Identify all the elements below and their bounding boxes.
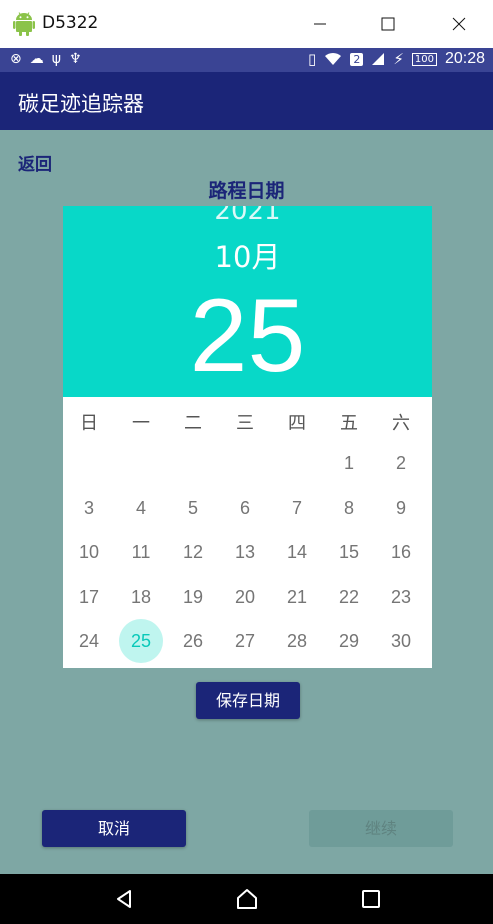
minimize-icon [314,23,326,25]
calendar-day[interactable]: 5 [171,486,215,530]
calendar-day[interactable]: 3 [67,486,111,530]
crosshair-icon: ⊗ [10,51,22,67]
status-bar: ⊗ ☁ ψ ♆ ▯ 2 ⚡ 100 20:28 [0,48,493,72]
weekday-label: 六 [392,413,410,434]
app-bar: 碳足迹追踪器 [0,72,493,130]
calendar-day[interactable]: 11 [119,530,163,574]
cloud-icon: ☁ [29,51,44,67]
wifi-icon [325,52,342,65]
weekday-label: 四 [288,413,306,434]
picker-day: 25 [189,278,306,394]
charging-icon: ⚡ [393,50,404,68]
calendar-day[interactable]: 6 [223,486,267,530]
weekday-label: 三 [236,413,254,434]
calendar-day[interactable]: 17 [67,575,111,619]
close-button[interactable] [431,0,487,48]
weekday-label: 二 [184,413,202,434]
calendar-day[interactable]: 23 [379,575,423,619]
android-icon [13,12,35,36]
calendar-day[interactable]: 13 [223,530,267,574]
battery-indicator: 100 [411,52,437,66]
back-link[interactable]: 返回 [18,150,52,175]
calendar-day[interactable]: 18 [119,575,163,619]
calendar-day[interactable]: 7 [275,486,319,530]
nav-recents-icon[interactable] [359,887,383,911]
calendar-day[interactable]: 29 [327,619,371,663]
weekday-label: 五 [340,413,358,434]
calendar-day[interactable]: 15 [327,530,371,574]
save-date-button[interactable]: 保存日期 [196,682,300,719]
calendar-day[interactable]: 2 [379,441,423,485]
app-title: 碳足迹追踪器 [18,92,144,116]
calendar-day[interactable]: 16 [379,530,423,574]
calendar-day[interactable]: 30 [379,619,423,663]
calendar-day[interactable]: 27 [223,619,267,663]
calendar-day[interactable]: 12 [171,530,215,574]
calendar-day[interactable]: 20 [223,575,267,619]
maximize-icon [381,17,395,31]
picker-month: 10月 [214,240,281,274]
signal-icon [372,53,385,65]
window-titlebar: D5322 [0,0,493,48]
calendar-day[interactable]: 24 [67,619,111,663]
page-heading: 路程日期 [208,180,285,202]
close-icon [452,17,466,31]
navigation-bar [0,874,493,924]
picker-year[interactable]: 2021 [63,206,432,226]
calendar-day[interactable]: 22 [327,575,371,619]
calendar-day[interactable]: 28 [275,619,319,663]
calendar-day-selected[interactable]: 25 [119,619,163,663]
status-time: 20:28 [444,50,485,67]
sim-badge: 2 [350,52,364,66]
minimize-button[interactable] [292,0,348,48]
calendar-day[interactable]: 4 [119,486,163,530]
date-picker: 2021 10月 25 日一二三四五六 1 2 3 4 5 6 7 8 9 10 11 12 13 14 15… [63,206,432,668]
calendar-day[interactable]: 9 [379,486,423,530]
calendar-day[interactable]: 10 [67,530,111,574]
weekday-label: 日 [80,413,98,434]
calendar-day[interactable]: 8 [327,486,371,530]
window-title: D5322 [42,13,99,33]
calendar-day[interactable]: 1 [327,441,371,485]
calendar-day[interactable]: 26 [171,619,215,663]
cancel-button[interactable]: 取消 [42,810,186,847]
bulb-icon: ♆ [68,51,82,67]
calendar-day[interactable]: 14 [275,530,319,574]
date-picker-header: 2021 10月 25 [63,206,432,397]
vibrate-icon: ▯ [308,50,317,68]
usb-icon: ψ [51,51,61,67]
calendar-day[interactable]: 21 [275,575,319,619]
weekday-label: 一 [132,413,150,434]
nav-back-icon[interactable] [112,887,136,911]
continue-button[interactable]: 继续 [309,810,453,847]
maximize-button[interactable] [360,0,416,48]
calendar-day[interactable]: 19 [171,575,215,619]
nav-home-icon[interactable] [235,887,259,911]
main-content: 返回 路程日期 2021 10月 25 日一二三四五六 1 2 3 4 5 6 7 8 9 10 11… [0,130,493,874]
